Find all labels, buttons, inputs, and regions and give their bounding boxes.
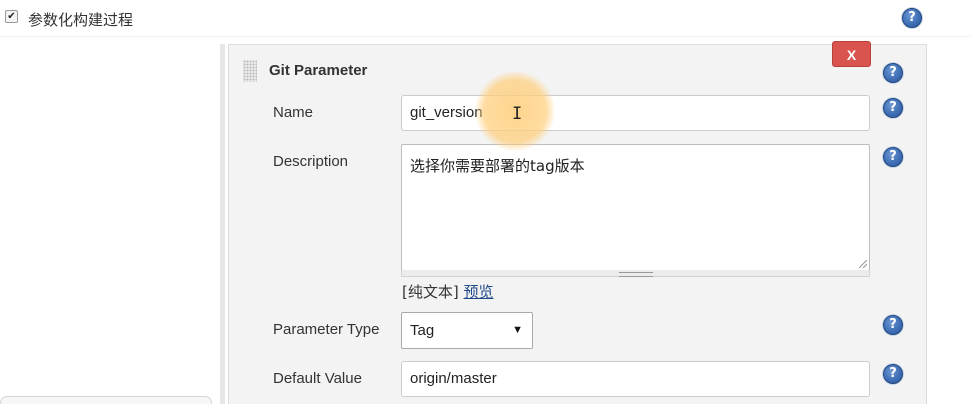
parameter-type-label: Parameter Type: [273, 321, 380, 338]
resize-handle-icon[interactable]: [619, 272, 653, 277]
help-icon[interactable]: ?: [902, 8, 922, 28]
section-title: Git Parameter: [269, 62, 368, 79]
jenkins-job-config: ✔ 参数化构建过程 ? Git Parameter X ? Name git_v…: [0, 0, 971, 404]
delete-parameter-button[interactable]: X: [832, 41, 871, 67]
name-input[interactable]: git_version: [401, 95, 870, 131]
default-value-label: Default Value: [273, 370, 362, 387]
name-label: Name: [273, 104, 314, 121]
sidebar-edge: [0, 396, 212, 404]
parameterized-build-label: 参数化构建过程: [28, 12, 134, 29]
nesting-bar: [220, 44, 225, 404]
drag-handle-icon[interactable]: [243, 60, 257, 82]
help-icon[interactable]: ?: [883, 98, 903, 118]
default-value-input[interactable]: origin/master: [401, 361, 870, 397]
description-textarea[interactable]: 选择你需要部署的tag版本: [401, 144, 870, 271]
help-icon[interactable]: ?: [883, 63, 903, 83]
chevron-down-icon: ▼: [512, 324, 523, 336]
plain-text-label: [纯文本]: [402, 283, 459, 301]
resize-grip-icon[interactable]: [859, 260, 867, 268]
parameter-type-value: Tag: [410, 322, 435, 339]
description-text: 选择你需要部署的tag版本: [410, 157, 585, 175]
help-icon[interactable]: ?: [883, 315, 903, 335]
parameter-type-select[interactable]: Tag ▼: [401, 312, 533, 349]
preview-link[interactable]: 预览: [464, 283, 494, 301]
i-beam-cursor-icon: I: [512, 104, 523, 124]
parameterized-build-checkbox[interactable]: ✔: [5, 10, 18, 23]
description-label: Description: [273, 153, 349, 170]
format-preview-row: [纯文本] 预览: [402, 281, 494, 302]
parameterized-build-row: ✔ 参数化构建过程 ?: [0, 0, 971, 37]
row-divider: [0, 36, 971, 37]
help-icon[interactable]: ?: [883, 147, 903, 167]
help-icon[interactable]: ?: [883, 364, 903, 384]
